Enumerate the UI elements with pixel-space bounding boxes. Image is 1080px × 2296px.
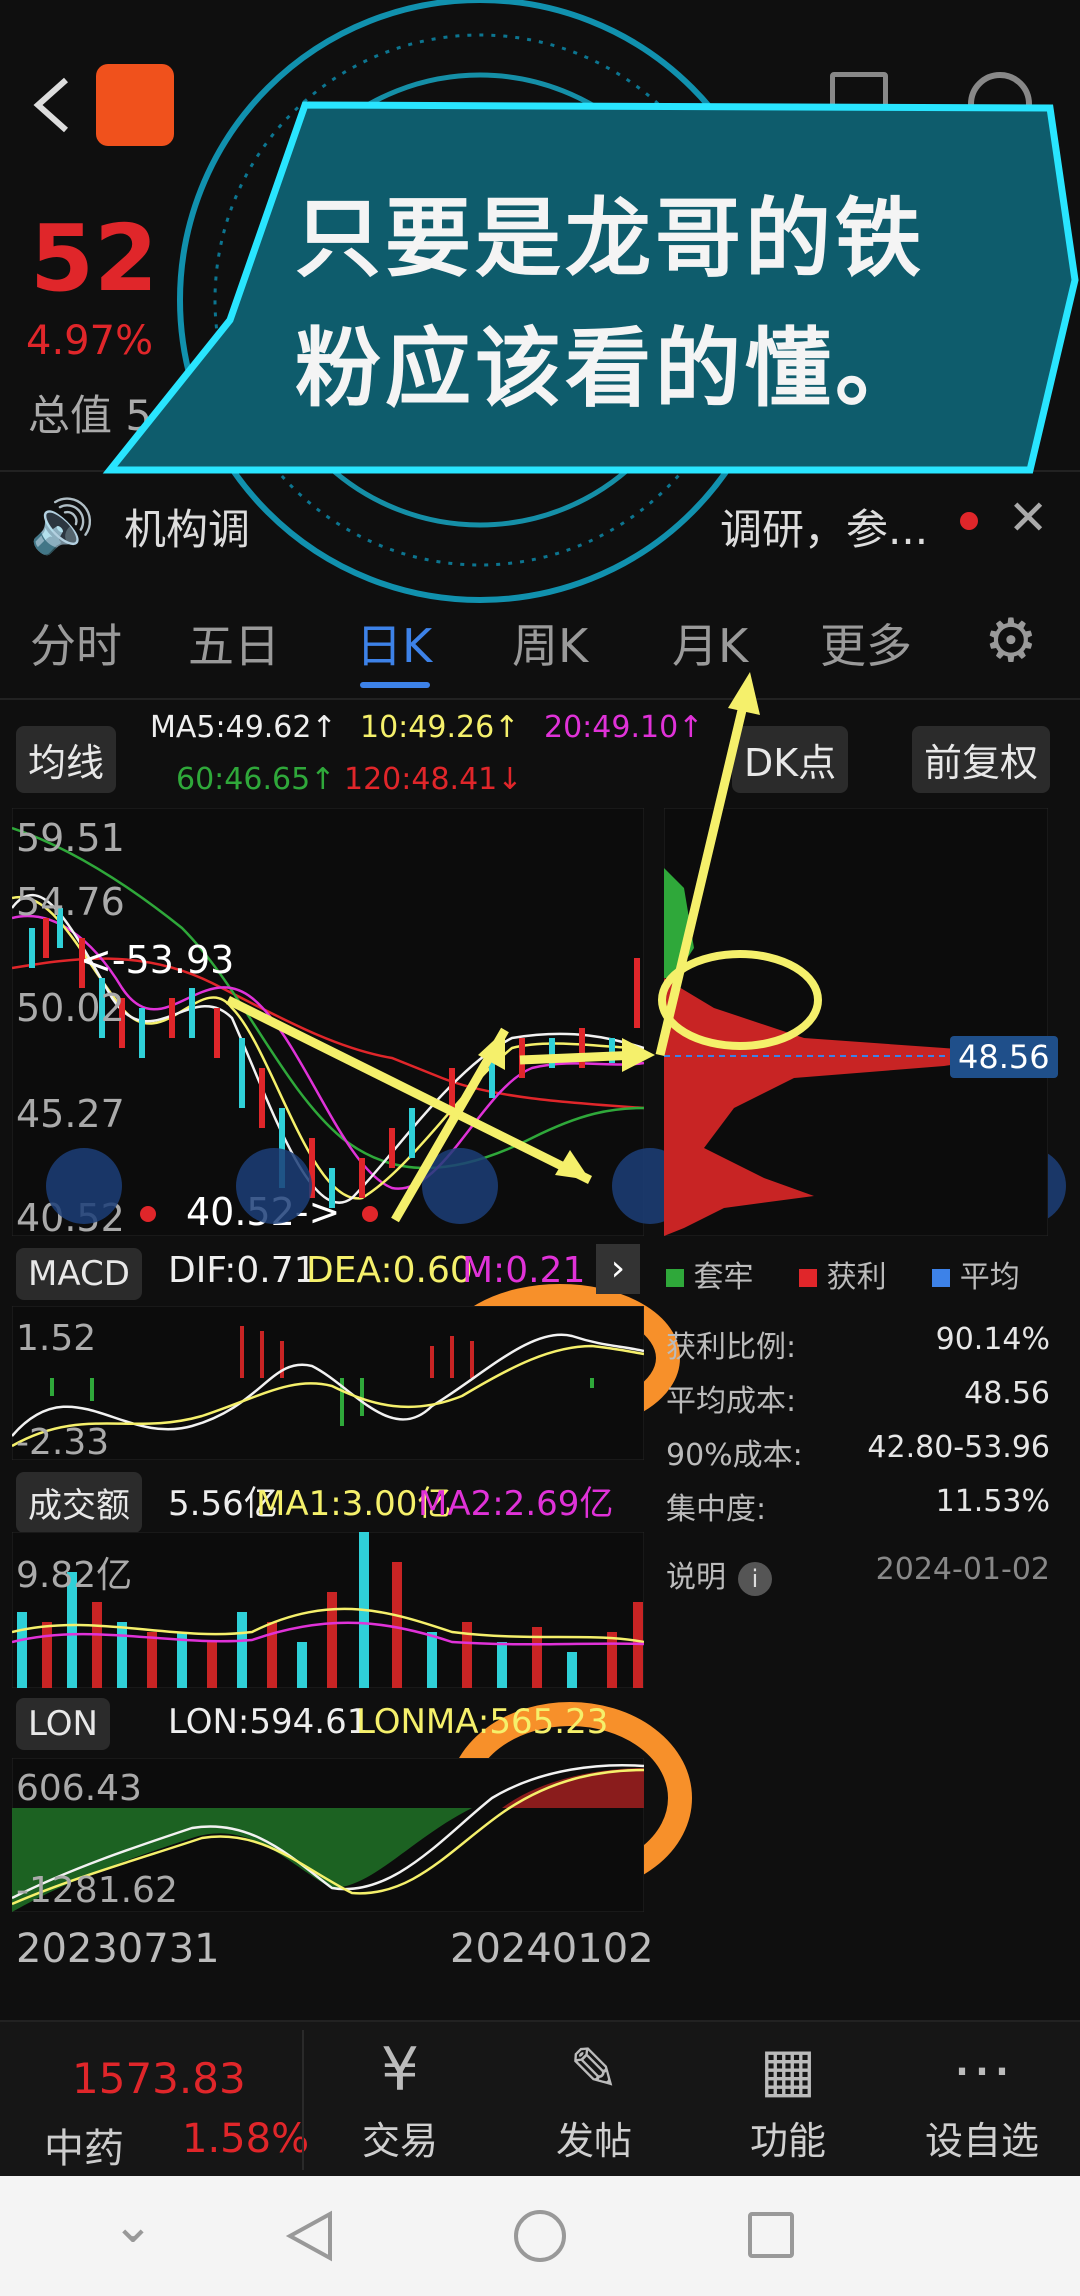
chevron-down-icon[interactable]: ⌄ xyxy=(112,2196,154,2254)
index-name[interactable]: 中药 xyxy=(44,2116,124,2174)
trade-button[interactable]: ¥ 交易 xyxy=(310,2030,490,2165)
note-date: 2024-01-02 xyxy=(875,1552,1050,1587)
function-button[interactable]: ▦ 功能 xyxy=(698,2030,878,2165)
profit-ratio-label: 获利比例: xyxy=(666,1330,797,1365)
macd-selector[interactable]: MACD xyxy=(16,1248,142,1300)
avg-cost-label: 平均成本: xyxy=(666,1384,797,1419)
edit-icon: ✎ xyxy=(568,2035,620,2105)
cost-90-row: 90%成本: 42.80-53.96 xyxy=(666,1430,1050,1474)
index-pct[interactable]: 1.58% xyxy=(182,2116,309,2162)
profit-ratio-value: 90.14% xyxy=(935,1322,1050,1357)
cost-90-label: 90%成本: xyxy=(666,1438,803,1473)
volume-selector[interactable]: 成交额 xyxy=(16,1472,142,1533)
macd-dif: DIF:0.71 xyxy=(168,1250,317,1291)
info-icon[interactable]: i xyxy=(738,1562,772,1596)
chip-legend: 套牢 获利 平均 xyxy=(666,1252,1020,1296)
index-value[interactable]: 1573.83 xyxy=(72,2054,246,2103)
macd-m: M:0.21 xyxy=(462,1250,586,1291)
legend-trapped: 套牢 xyxy=(693,1260,754,1295)
trade-label: 交易 xyxy=(361,2119,438,2163)
avg-cost-value: 48.56 xyxy=(964,1376,1050,1411)
macd-y-bottom: -2.33 xyxy=(16,1422,110,1463)
legend-average: 平均 xyxy=(959,1260,1020,1295)
watchlist-button[interactable]: ⋯ 设自选 xyxy=(892,2030,1072,2165)
home-circle-icon[interactable] xyxy=(514,2210,566,2262)
date-start: 20230731 xyxy=(16,1926,220,1972)
date-end: 20240102 xyxy=(450,1926,654,1972)
avg-cost-row: 平均成本: 48.56 xyxy=(666,1376,1050,1420)
legend-swatch-red xyxy=(799,1269,818,1287)
cost-90-value: 42.80-53.96 xyxy=(867,1430,1050,1465)
profit-ratio-row: 获利比例: 90.14% xyxy=(666,1322,1050,1366)
volume-ma2: MA2:2.69亿 xyxy=(418,1484,614,1524)
stock-app: 52 4.97% 总值 5 🔊 机构调 调研，参... ✕ 只要是龙哥的铁 粉应… xyxy=(0,0,1080,2296)
lonma-value: LONMA:565.23 xyxy=(356,1702,609,1742)
more-icon: ⋯ xyxy=(952,2035,1012,2105)
legend-profit: 获利 xyxy=(826,1260,887,1295)
legend-swatch-blue xyxy=(932,1269,951,1287)
volume-y-top: 9.82亿 xyxy=(16,1555,133,1596)
legend-swatch-green xyxy=(666,1269,684,1287)
yen-icon: ¥ xyxy=(380,2035,420,2105)
lon-y-bottom: -1281.62 xyxy=(16,1870,178,1911)
recents-square-icon[interactable] xyxy=(748,2212,794,2258)
divider xyxy=(302,2030,304,2170)
macd-dea: DEA:0.60 xyxy=(306,1250,473,1291)
chevron-right-icon[interactable]: › xyxy=(596,1244,640,1294)
overlay-line-2: 粉应该看的懂。 xyxy=(295,319,925,419)
function-label: 功能 xyxy=(749,2119,826,2163)
lon-value: LON:594.61 xyxy=(168,1702,369,1742)
concentration-row: 集中度: 11.53% xyxy=(666,1484,1050,1528)
note-row: 说明 i 2024-01-02 xyxy=(666,1552,1050,1596)
post-button[interactable]: ✎ 发帖 xyxy=(504,2030,684,2165)
concentration-label: 集中度: xyxy=(666,1492,767,1527)
note-label[interactable]: 说明 xyxy=(666,1560,726,1595)
concentration-value: 11.53% xyxy=(935,1484,1050,1519)
back-triangle-icon[interactable] xyxy=(282,2208,338,2264)
post-label: 发帖 xyxy=(555,2119,632,2163)
watchlist-label: 设自选 xyxy=(924,2119,1039,2163)
lon-selector[interactable]: LON xyxy=(16,1698,110,1750)
overlay-line-1: 只要是龙哥的铁 xyxy=(295,189,925,289)
grid-icon: ▦ xyxy=(759,2035,817,2105)
lon-y-top: 606.43 xyxy=(16,1768,142,1809)
macd-y-top: 1.52 xyxy=(16,1318,97,1359)
